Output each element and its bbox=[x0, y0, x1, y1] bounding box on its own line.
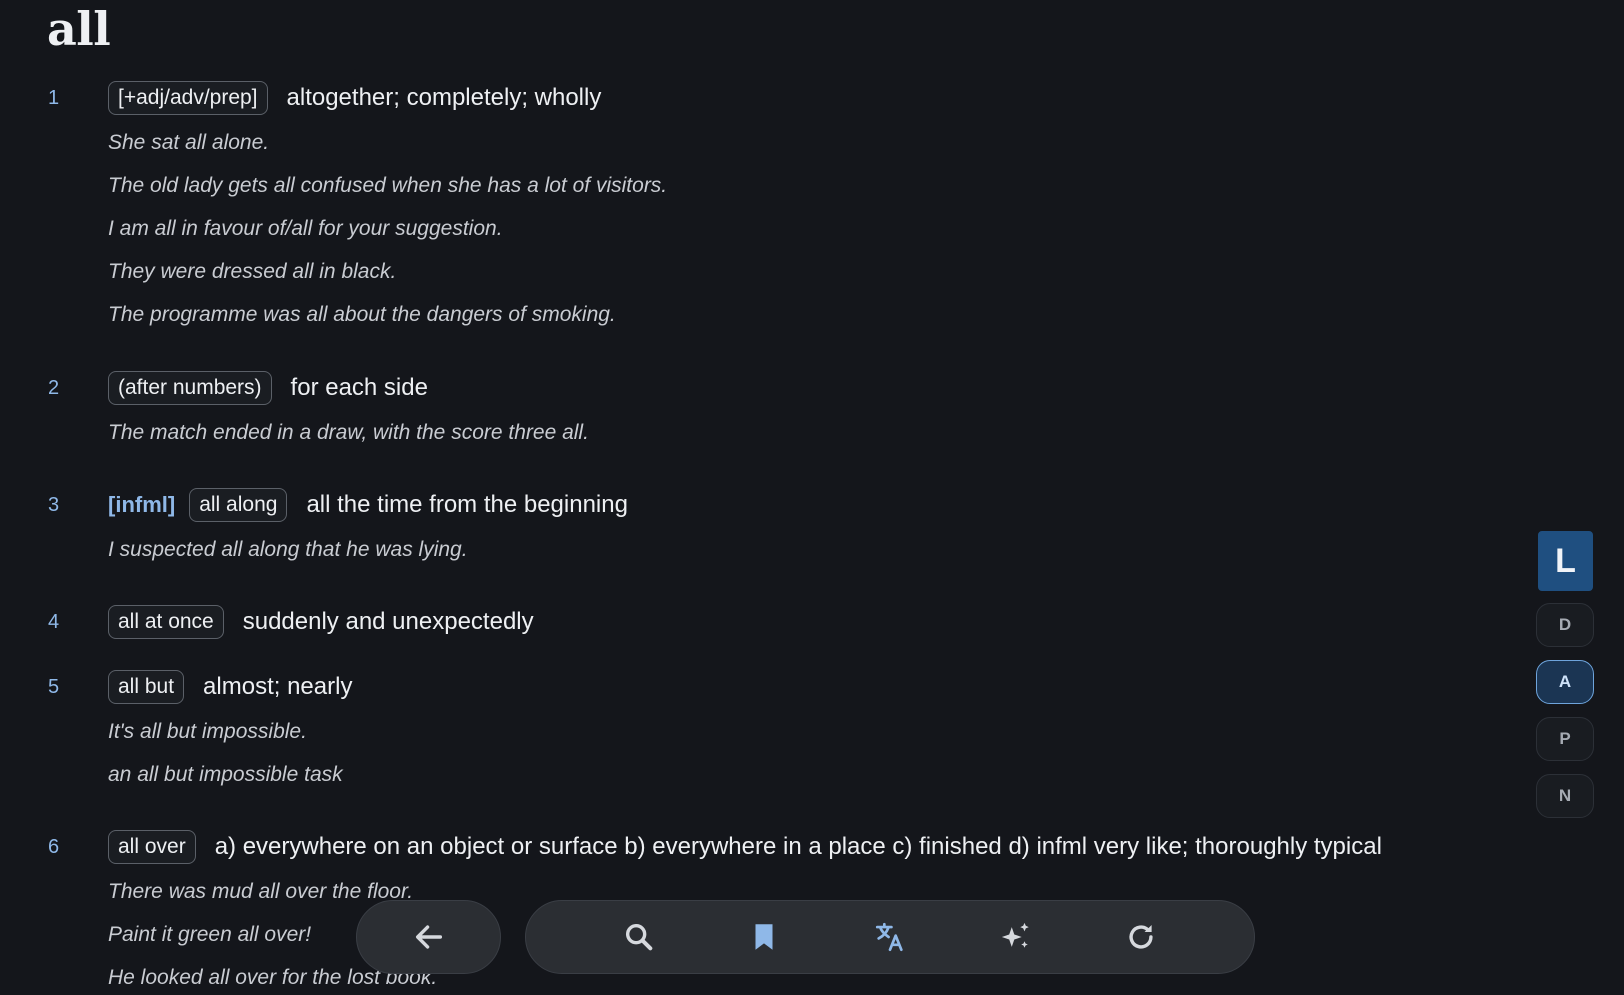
toolbar bbox=[525, 900, 1255, 974]
rail-button-l[interactable]: L bbox=[1538, 531, 1593, 591]
register-label: [infml] bbox=[108, 492, 176, 517]
sense-number: 2 bbox=[48, 377, 60, 399]
refresh-icon bbox=[1129, 924, 1153, 949]
example-sentence: I am all in favour of/all for your sugge… bbox=[108, 217, 503, 240]
translate-icon bbox=[875, 922, 903, 952]
example-sentence: The old lady gets all confused when she … bbox=[108, 174, 668, 197]
definition: almost; nearly bbox=[203, 673, 353, 700]
sense-head: [+adj/adv/prep] altogether; completely; … bbox=[108, 80, 601, 116]
sense-number: 3 bbox=[48, 494, 60, 516]
sparkles-icon bbox=[1001, 922, 1029, 948]
definition: suddenly and unexpectedly bbox=[242, 608, 534, 635]
definition: altogether; completely; wholly bbox=[286, 84, 602, 111]
arrow-left-icon bbox=[415, 925, 442, 949]
example-sentence: The programme was all about the dangers … bbox=[108, 303, 616, 326]
phrase-tag[interactable]: all but bbox=[108, 670, 185, 704]
example-list: It's all but impossible. an all but impo… bbox=[108, 710, 343, 796]
example-sentence: It's all but impossible. bbox=[108, 720, 307, 743]
sense-head: all at once suddenly and unexpectedly bbox=[108, 604, 534, 640]
definition: for each side bbox=[290, 374, 428, 401]
example-list: She sat all alone. The old lady gets all… bbox=[108, 121, 667, 336]
refresh-button[interactable] bbox=[1119, 915, 1163, 959]
phrase-tag[interactable]: all at once bbox=[108, 605, 224, 639]
example-sentence: They were dressed all in black. bbox=[108, 260, 397, 283]
bookmark-button[interactable] bbox=[742, 915, 786, 959]
dictionary-page: all 1 [+adj/adv/prep] altogether; comple… bbox=[0, 0, 1624, 995]
rail-button-p[interactable]: P bbox=[1536, 717, 1594, 761]
example-sentence: I suspected all along that he was lying. bbox=[108, 538, 468, 561]
example-sentence: She sat all alone. bbox=[108, 131, 270, 154]
sense-head: (after numbers) for each side bbox=[108, 370, 428, 406]
back-pill bbox=[356, 900, 501, 974]
definition: all the time from the beginning bbox=[306, 491, 628, 518]
phrase-tag[interactable]: all over bbox=[108, 830, 196, 864]
sense-head: all over a) everywhere on an object or s… bbox=[108, 829, 1382, 865]
back-button[interactable] bbox=[407, 915, 451, 959]
example-list: I suspected all along that he was lying. bbox=[108, 528, 468, 571]
definition: a) everywhere on an object or surface b)… bbox=[214, 833, 1382, 860]
sense-number: 4 bbox=[48, 611, 60, 633]
sense-number: 1 bbox=[48, 87, 60, 109]
example-sentence: The match ended in a draw, with the scor… bbox=[108, 421, 589, 444]
rail-button-n[interactable]: N bbox=[1536, 774, 1594, 818]
search-icon bbox=[625, 923, 653, 951]
headword: all bbox=[47, 2, 111, 56]
search-button[interactable] bbox=[617, 915, 661, 959]
phrase-tag[interactable]: all along bbox=[189, 488, 288, 522]
bookmark-icon bbox=[755, 924, 773, 950]
example-list: The match ended in a draw, with the scor… bbox=[108, 411, 589, 454]
rail-button-a[interactable]: A bbox=[1536, 660, 1594, 704]
example-sentence: an all but impossible task bbox=[108, 763, 343, 786]
grammar-tag[interactable]: [+adj/adv/prep] bbox=[108, 81, 268, 115]
sense-head: all but almost; nearly bbox=[108, 669, 352, 705]
sense-number: 6 bbox=[48, 836, 60, 858]
sense-head: [infml] all along all the time from the … bbox=[108, 487, 628, 523]
grammar-tag[interactable]: (after numbers) bbox=[108, 371, 272, 405]
rail-button-d[interactable]: D bbox=[1536, 603, 1594, 647]
ai-button[interactable] bbox=[994, 915, 1038, 959]
sense-number: 5 bbox=[48, 676, 60, 698]
translate-button[interactable] bbox=[868, 915, 912, 959]
